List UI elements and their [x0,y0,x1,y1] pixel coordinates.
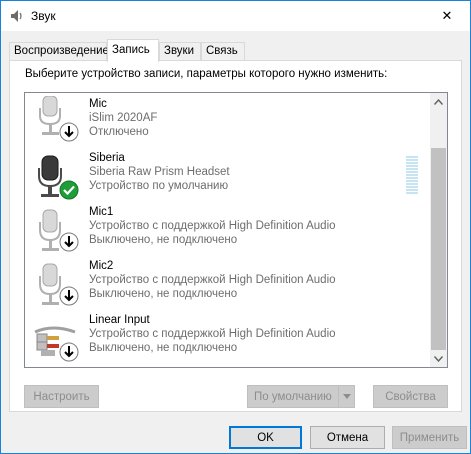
chevron-down-icon [434,355,443,362]
apply-button[interactable]: Применить [392,426,467,449]
sound-dialog: Звук ✕ Воспроизведение Запись Звуки Связ… [0,0,471,454]
list-item[interactable]: Linear Input Устройство с поддержкой Hig… [25,312,431,366]
device-description: Устройство с поддержкой High Definition … [89,274,336,286]
device-description: Устройство с поддержкой High Definition … [89,328,336,340]
scroll-up-button[interactable] [430,93,447,110]
device-status: Выключено, не подключено [89,234,238,246]
down-arrow-badge-icon [59,342,79,365]
down-arrow-badge-icon [59,232,79,255]
vertical-scrollbar[interactable] [430,93,447,367]
list-item[interactable]: Mic iSlim 2020AF Отключено [25,95,431,150]
window-title: Звук [31,9,56,23]
ok-button[interactable]: OK [229,426,302,449]
scrollbar-thumb[interactable] [431,148,446,350]
configure-button[interactable]: Настроить [24,385,99,408]
split-dropdown-arrow[interactable] [338,386,354,407]
list-item[interactable]: Mic1 Устройство с поддержкой High Defini… [25,204,431,258]
device-name: Mic1 [89,206,114,218]
device-name: Mic2 [89,260,114,272]
list-item[interactable]: Siberia Siberia Raw Prism Headset Устрой… [25,150,431,204]
tab-sounds[interactable]: Звуки [159,42,201,61]
device-status: Выключено, не подключено [89,288,238,300]
scroll-down-button[interactable] [430,350,447,367]
chevron-down-icon [342,394,351,399]
device-status: Отключено [89,126,149,138]
device-list[interactable]: Mic iSlim 2020AF Отключено Siberia Siber… [24,92,448,368]
device-status: Устройство по умолчанию [89,180,229,192]
close-button[interactable]: ✕ [424,1,470,31]
set-default-split-button[interactable]: По умолчанию [247,385,355,408]
down-arrow-badge-icon [59,286,79,309]
recording-panel: Выберите устройство записи, параметры ко… [9,60,462,412]
instruction-text: Выберите устройство записи, параметры ко… [25,68,388,80]
device-name: Linear Input [89,314,150,326]
set-default-label: По умолчанию [254,390,332,403]
cancel-button[interactable]: Отмена [310,426,385,449]
close-icon: ✕ [441,8,453,23]
device-name: Siberia [89,152,125,164]
properties-button[interactable]: Свойства [373,385,448,408]
list-item[interactable]: Mic2 Устройство с поддержкой High Defini… [25,258,431,312]
default-check-badge-icon [59,180,79,203]
title-bar[interactable]: Звук ✕ [1,1,470,31]
device-description: iSlim 2020AF [89,112,158,124]
device-description: Siberia Raw Prism Headset [89,166,230,178]
device-description: Устройство с поддержкой High Definition … [89,220,336,232]
down-arrow-badge-icon [59,122,79,145]
speaker-icon [9,9,25,23]
chevron-up-icon [434,98,443,105]
level-meter [406,156,418,196]
tab-recording[interactable]: Запись [107,39,159,62]
tab-communications[interactable]: Связь [201,42,245,61]
tab-playback[interactable]: Воспроизведение [9,42,109,61]
device-status: Выключено, не подключено [89,342,238,354]
device-name: Mic [89,98,107,110]
